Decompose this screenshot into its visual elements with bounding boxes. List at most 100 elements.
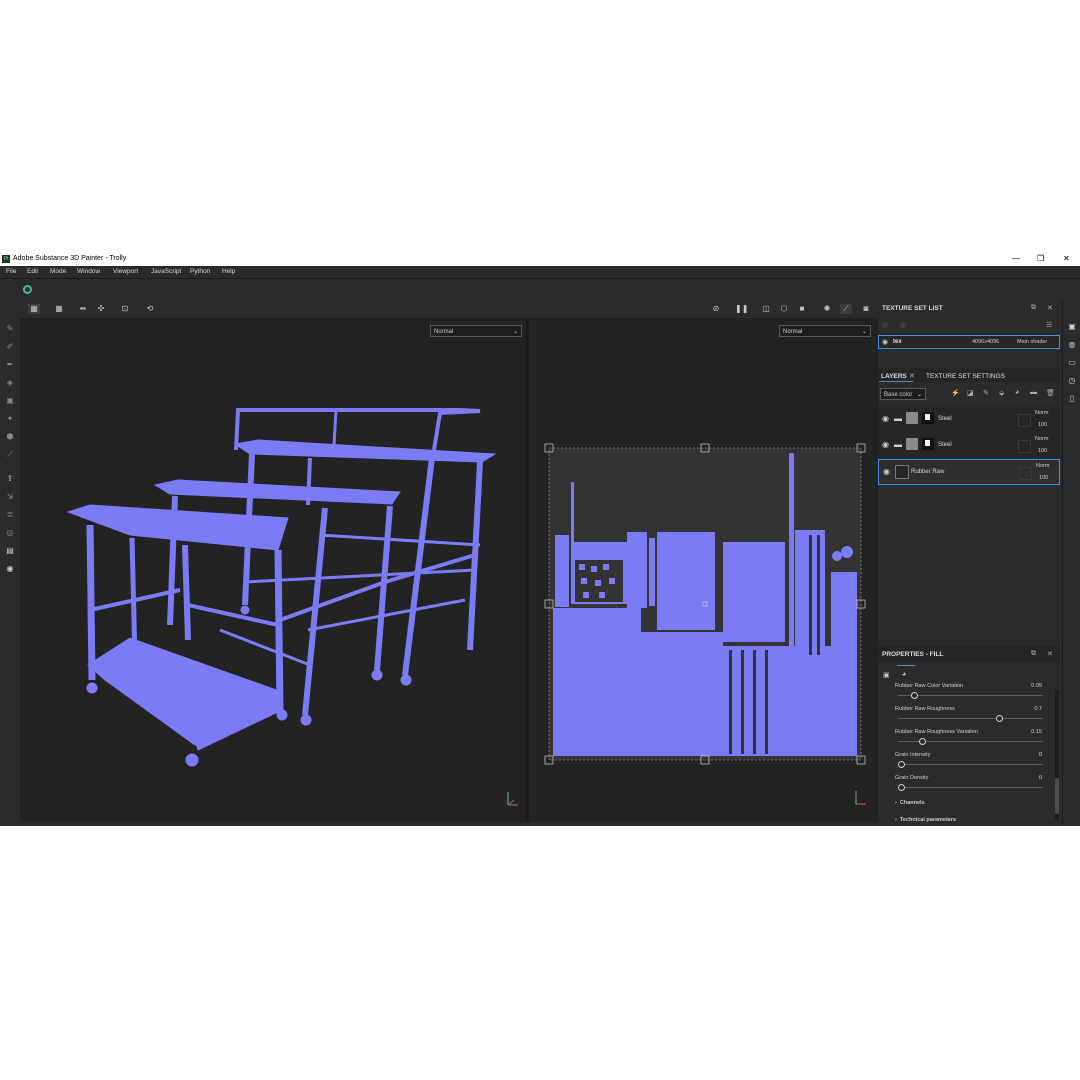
blend-mode[interactable]: Norm	[1036, 463, 1049, 469]
param-slider[interactable]	[898, 715, 1043, 722]
layer-row[interactable]: ◉ ▬ Steel Norm 100	[878, 407, 1060, 434]
close-button[interactable]: ✕	[1063, 254, 1070, 263]
texture-set-icon[interactable]: ▣	[1067, 322, 1077, 332]
menu-window[interactable]: Window	[77, 268, 100, 275]
layer-row[interactable]: ◉ ▬ Steel Norm 100	[878, 433, 1060, 460]
pause-icon[interactable]: ❚❚	[735, 304, 748, 314]
single-view-icon[interactable]: ▦	[28, 304, 40, 314]
smudge-icon[interactable]: ▣	[5, 396, 15, 406]
document-icon[interactable]: ▤	[5, 546, 15, 556]
frame-icon[interactable]: ⊡	[119, 304, 131, 314]
split-view-icon[interactable]: ▦	[53, 304, 65, 314]
material-view-icon[interactable]: ⬡	[778, 304, 790, 314]
eye-toggle-icon[interactable]: ◎	[900, 321, 906, 329]
geometry-fill-icon[interactable]: ◈	[5, 378, 15, 388]
display-icon[interactable]: ◎	[5, 528, 15, 538]
popout-icon[interactable]: ⧉	[1031, 650, 1036, 658]
param-value[interactable]: 0.7	[1012, 706, 1042, 712]
history-icon[interactable]: ⟲	[144, 304, 156, 314]
menu-javascript[interactable]: JavaScript	[151, 268, 181, 275]
section-channels[interactable]: › Channels	[895, 800, 925, 806]
slider-knob[interactable]	[898, 784, 905, 791]
blend-mode[interactable]: Norm	[1035, 436, 1048, 442]
slider-knob[interactable]	[919, 738, 926, 745]
param-value[interactable]: 0.09	[1012, 683, 1042, 689]
fill-settings-icon[interactable]: ▣	[883, 671, 890, 679]
close-panel-icon[interactable]: ✕	[1047, 650, 1053, 658]
layer-options-box[interactable]	[1018, 414, 1031, 427]
menu-mode[interactable]: Mode	[50, 268, 66, 275]
clock-icon[interactable]: ◷	[1067, 376, 1077, 386]
popout-icon[interactable]: ⧉	[1031, 304, 1036, 312]
param-value[interactable]: 0	[1012, 775, 1042, 781]
paint-brush-icon[interactable]: ✎	[5, 324, 15, 334]
trash-icon[interactable]: 🗑	[1046, 389, 1055, 397]
tab-layers[interactable]: LAYERS	[881, 373, 907, 380]
restore-button[interactable]: ❐	[1037, 254, 1044, 263]
layer-opacity[interactable]: 100	[1038, 422, 1047, 428]
projection-icon[interactable]: ✒	[5, 360, 15, 370]
layer-opacity[interactable]: 100	[1038, 448, 1047, 454]
slider-knob[interactable]	[910, 692, 918, 699]
export-icon[interactable]: ⇲	[5, 492, 15, 502]
eraser-icon[interactable]: ✐	[5, 342, 15, 352]
eye-icon[interactable]: ◉	[882, 414, 889, 423]
magic-wand-icon[interactable]: ⚡	[951, 389, 960, 397]
fill-layer-icon[interactable]: ⬙	[999, 389, 1004, 397]
paint-layer-icon[interactable]: ✎	[983, 389, 989, 397]
eye-icon[interactable]: ◉	[883, 467, 890, 476]
hide-icon[interactable]: ⊘	[710, 304, 722, 314]
viewport-2d[interactable]: Normal ⌄	[529, 320, 876, 822]
mirror-icon[interactable]: ⇹	[77, 304, 89, 314]
param-slider[interactable]	[898, 761, 1043, 768]
close-tab-icon[interactable]: ✕	[909, 372, 915, 380]
param-value[interactable]: 0.15	[1012, 729, 1042, 735]
minimize-button[interactable]: —	[1012, 254, 1020, 263]
eye-toggle-icon[interactable]: ◎	[882, 321, 888, 329]
camera-icon[interactable]: ■	[796, 304, 808, 314]
globe-icon[interactable]: ◍	[1067, 340, 1077, 350]
clone-icon[interactable]: ✦	[5, 414, 15, 424]
brush-icon[interactable]: ⟋	[840, 304, 852, 314]
menu-python[interactable]: Python	[190, 268, 210, 275]
layer-opacity[interactable]: 100	[1039, 475, 1048, 481]
material-picker-icon[interactable]: ⬢	[5, 432, 15, 442]
page-icon[interactable]: ▯	[1067, 394, 1077, 404]
menu-help[interactable]: Help	[222, 268, 235, 275]
viewport-3d[interactable]: Normal ⌄	[20, 320, 526, 822]
shelf-icon[interactable]: ◉	[5, 564, 15, 574]
stack-icon[interactable]: ≣	[5, 510, 15, 520]
scrollbar[interactable]	[1055, 690, 1059, 820]
scrollbar-thumb[interactable]	[1055, 778, 1059, 814]
param-slider[interactable]	[898, 738, 1043, 745]
effect-icon[interactable]: ◕	[1015, 389, 1019, 396]
folder-icon[interactable]: ▬	[1030, 389, 1037, 396]
eye-icon[interactable]: ◉	[882, 440, 889, 449]
param-slider[interactable]	[898, 692, 1043, 699]
param-slider[interactable]	[898, 784, 1043, 791]
layer-options-box[interactable]	[1019, 467, 1032, 480]
menu-file[interactable]: File	[6, 268, 16, 275]
render-mode-icon[interactable]: ◫	[760, 304, 772, 314]
eye-icon[interactable]: ◉	[882, 338, 888, 346]
archive-icon[interactable]: ▭	[1067, 358, 1077, 368]
bake-icon[interactable]: ⇪	[5, 474, 15, 484]
layer-row-selected[interactable]: ◉ Rubber Raw Norm 100	[878, 459, 1060, 485]
param-value[interactable]: 0	[1012, 752, 1042, 758]
slider-knob[interactable]	[898, 761, 905, 768]
close-panel-icon[interactable]: ✕	[1047, 304, 1053, 312]
tab-texture-set-settings[interactable]: TEXTURE SET SETTINGS	[926, 373, 1005, 380]
mask-icon[interactable]: ◪	[967, 389, 974, 397]
menu-edit[interactable]: Edit	[27, 268, 38, 275]
layer-options-box[interactable]	[1018, 440, 1031, 453]
menu-viewport[interactable]: Viewport	[113, 268, 138, 275]
section-technical-parameters[interactable]: › Technical parameters	[895, 817, 956, 823]
texture-set-item[interactable]: ◉ tex 4096x4096 Main shader	[878, 335, 1060, 349]
polygon-fill-icon[interactable]: ⟋	[5, 450, 15, 460]
sync-icon[interactable]	[23, 285, 32, 294]
blend-mode[interactable]: Norm	[1035, 410, 1048, 416]
channel-dropdown[interactable]: Base color ⌄	[880, 388, 926, 400]
slider-knob[interactable]	[996, 715, 1003, 722]
screenshot-icon[interactable]: ◙	[860, 304, 872, 314]
list-settings-icon[interactable]: ☰	[1046, 321, 1052, 329]
